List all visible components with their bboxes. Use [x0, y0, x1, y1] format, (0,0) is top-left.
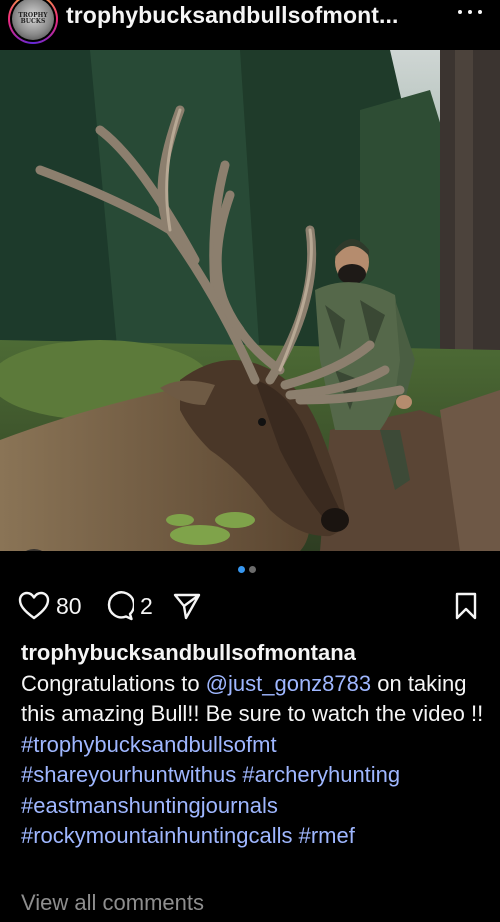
comment-bubble-icon	[107, 591, 134, 621]
hashtag-link[interactable]: #shareyourhuntwithus	[21, 762, 236, 787]
mention-link[interactable]: @just_gonz8783	[206, 671, 371, 696]
like-button[interactable]: 80	[18, 586, 82, 626]
more-dots-icon[interactable]	[458, 4, 482, 20]
likes-count[interactable]: 80	[56, 593, 82, 620]
hashtag-link[interactable]: #archeryhunting	[242, 762, 400, 787]
carousel-dot-active	[238, 566, 245, 573]
avatar-logo-text: TROPHY BUCKS	[18, 12, 48, 25]
post-caption: trophybucksandbullsofmontana Congratulat…	[21, 638, 491, 852]
comment-button[interactable]: 2	[104, 586, 153, 626]
carousel-dot	[249, 566, 256, 573]
bookmark-icon	[455, 592, 477, 620]
caption-username[interactable]: trophybucksandbullsofmontana	[21, 638, 491, 669]
action-bar: 80 2	[0, 586, 500, 626]
post-photo[interactable]	[0, 50, 500, 551]
hashtag-link[interactable]: #trophybucksandbullsofmt	[21, 732, 277, 757]
view-all-comments-link[interactable]: View all comments	[21, 890, 204, 916]
hashtag-link[interactable]: #rockymountainhuntingcalls	[21, 823, 293, 848]
comments-count[interactable]: 2	[140, 593, 153, 620]
header-username[interactable]: trophybucksandbullsofmont...	[66, 2, 398, 29]
hashtag-link[interactable]: #rmef	[299, 823, 355, 848]
carousel-indicator	[238, 566, 256, 573]
profile-avatar[interactable]: TROPHY BUCKS	[8, 0, 58, 44]
hashtag-link[interactable]: #eastmanshuntingjournals	[21, 793, 278, 818]
paper-plane-icon	[173, 593, 201, 620]
post-header: TROPHY BUCKS trophybucksandbullsofmont..…	[0, 0, 500, 44]
caption-text-prefix: Congratulations to	[21, 670, 206, 696]
save-button[interactable]	[452, 586, 480, 626]
heart-icon	[18, 591, 50, 620]
share-button[interactable]	[172, 586, 202, 626]
